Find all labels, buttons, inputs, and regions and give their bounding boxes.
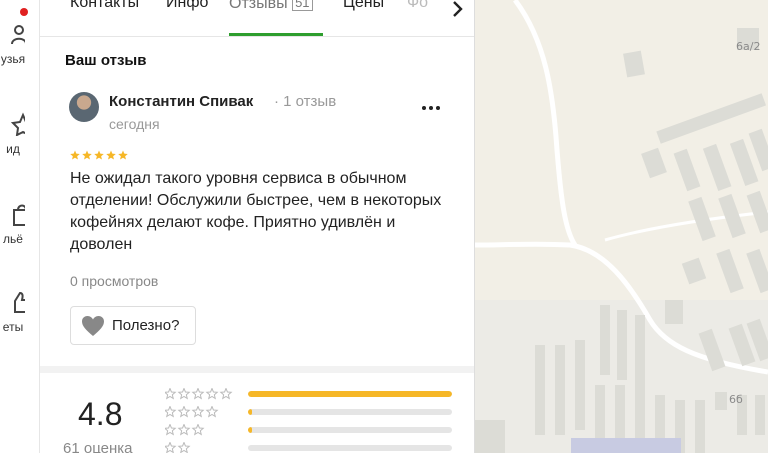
row-star-icon (165, 424, 177, 436)
section-title: Ваш отзыв (65, 52, 147, 69)
row-star-icon (177, 424, 191, 436)
tab-reviews-label: Отзывы (229, 0, 288, 12)
tab-prices[interactable]: Цены (343, 0, 384, 12)
author-name[interactable]: Константин Спивак (109, 93, 253, 110)
building-label: 6а/2 (736, 40, 761, 53)
review-star-icon (94, 150, 104, 160)
notification-dot (20, 8, 28, 16)
tab-bar: Контакты Инфо Отзывы 51 Цены Фо (40, 0, 474, 37)
map-canvas (475, 0, 768, 453)
rail-item-wardrobe[interactable]: льё (0, 202, 39, 246)
tab-contacts[interactable]: Контакты (70, 0, 139, 12)
tabs-next-button[interactable] (440, 0, 474, 22)
friends-icon (11, 25, 25, 45)
rail-item-label: ид (6, 142, 20, 156)
review-star-icon (106, 150, 116, 160)
map[interactable]: 6а/2 6б (475, 0, 768, 453)
tab-reviews[interactable]: Отзывы 51 (229, 0, 313, 13)
rating-bar-fill (248, 409, 253, 415)
row-star-icon (205, 406, 219, 418)
row-stars (165, 442, 191, 453)
row-star-icon (205, 388, 219, 400)
chevron-right-icon (452, 1, 463, 17)
rating-count: 61 оценка (63, 440, 133, 453)
active-tab-indicator (229, 33, 323, 36)
rating-bar-track (248, 391, 452, 397)
row-stars (165, 406, 219, 418)
more-options-button[interactable] (418, 94, 448, 114)
views-count: 0 просмотров (70, 273, 159, 289)
rail-item-guide[interactable]: ид (0, 112, 39, 156)
row-star-icon (177, 388, 191, 400)
rating-value: 4.8 (78, 396, 123, 432)
review-text: Не ожидал такого уровня сервиса в обычно… (70, 170, 442, 253)
organization-panel: Контакты Инфо Отзывы 51 Цены Фо Ваш отзы… (40, 0, 475, 453)
thumbs-up-icon (14, 291, 25, 313)
row-star-icon (191, 406, 205, 418)
row-star-icon (165, 442, 177, 453)
row-star-icon (177, 406, 191, 418)
review-date: сегодня (109, 116, 160, 132)
rating-bar-track (248, 427, 452, 433)
bag-icon (13, 204, 25, 226)
review-stars (70, 150, 128, 160)
rail-item-label: узья (0, 52, 26, 66)
row-star-icon (177, 442, 191, 453)
avatar[interactable] (69, 92, 99, 122)
rail-item-tips[interactable]: еты (0, 290, 39, 334)
row-stars (165, 388, 233, 400)
row-star-icon (191, 424, 205, 436)
useful-label: Полезно? (112, 317, 180, 334)
tab-photos[interactable]: Фо (407, 0, 428, 12)
review-star-icon (82, 150, 92, 160)
rail-item-label: льё (3, 232, 23, 246)
row-star-icon (191, 388, 205, 400)
rating-bar-fill (248, 391, 452, 397)
section-divider (40, 366, 474, 373)
rail-item-friends[interactable]: узья (0, 22, 39, 66)
row-star-icon (165, 388, 177, 400)
rating-bar-fill (248, 427, 253, 433)
useful-button[interactable]: Полезно? (70, 306, 196, 345)
rail-item-label: еты (2, 320, 24, 334)
more-dots-icon (422, 106, 440, 110)
row-star-icon (219, 388, 233, 400)
rating-bar-track (248, 445, 452, 451)
rating-bar-track (248, 409, 452, 415)
star-icon (10, 112, 25, 136)
reviews-count-badge: 51 (292, 0, 313, 11)
author-review-count: · 1 отзыв (274, 93, 337, 110)
tab-info[interactable]: Инфо (166, 0, 208, 12)
heart-icon (82, 316, 104, 336)
review-star-icon (70, 150, 80, 160)
building-label: 6б (729, 393, 743, 406)
review-star-icon (118, 150, 128, 160)
row-star-icon (165, 406, 177, 418)
row-stars (165, 424, 205, 436)
left-rail: узья ид льё еты (0, 0, 40, 453)
